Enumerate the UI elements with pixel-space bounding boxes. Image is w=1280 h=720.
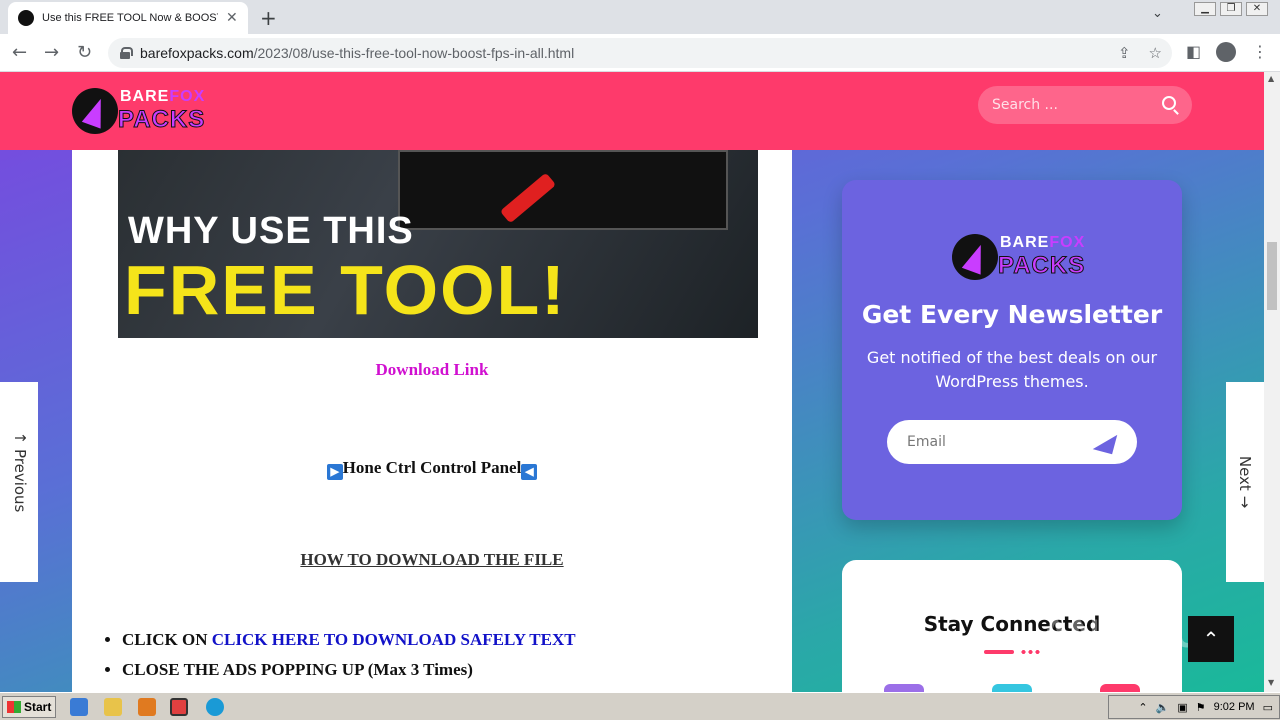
- forward-arrow-icon[interactable]: →: [44, 42, 59, 63]
- article-thumbnail: WHY USE THIS FREE TOOL!: [118, 150, 758, 338]
- site-header: BAREFOX PACKS: [0, 72, 1264, 150]
- search-icon[interactable]: [1162, 96, 1176, 110]
- new-tab-button[interactable]: +: [260, 6, 277, 30]
- ie-icon[interactable]: [70, 698, 88, 716]
- tab-search-chevron-icon[interactable]: ⌄: [1152, 6, 1163, 21]
- edge-icon[interactable]: [206, 698, 224, 716]
- address-bar[interactable]: barefoxpacks.com/2023/08/use-this-free-t…: [108, 38, 1172, 68]
- browser-toolbar: ← → ↻ barefoxpacks.com/2023/08/use-this-…: [0, 34, 1280, 72]
- scroll-to-top-button[interactable]: ⌃: [1188, 616, 1234, 662]
- network-icon[interactable]: ▣: [1177, 701, 1187, 714]
- logo-text-top: BAREFOX: [120, 88, 206, 105]
- scrollbar-thumb[interactable]: [1267, 242, 1277, 310]
- logo-text-bottom: PACKS: [997, 252, 1086, 280]
- thumbnail-line2: FREE TOOL!: [124, 251, 567, 329]
- reload-icon[interactable]: ↻: [77, 42, 92, 63]
- next-post-button[interactable]: Next →: [1226, 382, 1264, 582]
- newsletter-logo: BAREFOX PACKS: [952, 232, 1085, 284]
- page-scrollbar[interactable]: ▲ ▼: [1264, 72, 1280, 692]
- restore-button[interactable]: ❐: [1220, 2, 1242, 16]
- social-icon-1[interactable]: [884, 684, 924, 692]
- previous-post-button[interactable]: ↑ Previous: [0, 382, 38, 582]
- email-field[interactable]: [907, 434, 1077, 450]
- logo-text-bottom: PACKS: [117, 106, 206, 134]
- window-controls: ▁ ❐ ✕: [1194, 2, 1268, 16]
- logo-text-top: BAREFOX: [1000, 234, 1086, 251]
- url-text[interactable]: barefoxpacks.com/2023/08/use-this-free-t…: [140, 45, 574, 61]
- web-page: BAREFOX PACKS WHY USE THIS FREE TOOL! Do…: [0, 72, 1264, 692]
- send-paper-plane-icon[interactable]: [1092, 429, 1118, 455]
- tray-expand-icon[interactable]: ⌃: [1138, 701, 1147, 714]
- lock-icon[interactable]: [120, 47, 133, 59]
- how-to-download-heading: HOW TO DOWNLOAD THE FILE: [300, 550, 564, 569]
- close-tab-icon[interactable]: ✕: [226, 10, 238, 26]
- tab-title: Use this FREE TOOL Now & BOOST F: [42, 12, 218, 24]
- scroll-down-arrow-icon[interactable]: ▼: [1268, 678, 1274, 687]
- menu-kebab-icon[interactable]: ⋮: [1252, 42, 1268, 61]
- windows-logo-icon: [7, 700, 21, 713]
- clock[interactable]: 9:02 PM: [1214, 701, 1255, 713]
- site-favicon-icon: [18, 10, 34, 26]
- next-label: Next →: [1236, 455, 1254, 509]
- article-content: WHY USE THIS FREE TOOL! Download Link ▶ H…: [72, 150, 792, 692]
- title-dots: [1020, 650, 1042, 654]
- bookmark-star-icon[interactable]: ☆: [1149, 44, 1162, 62]
- newsletter-title: Get Every Newsletter: [861, 300, 1163, 329]
- list-item: CLOSE THE ADS POPPING UP (Max 3 Times): [122, 660, 576, 680]
- site-logo[interactable]: BAREFOX PACKS: [72, 86, 205, 138]
- newsletter-card: BAREFOX PACKS Get Every Newsletter Get n…: [842, 180, 1182, 520]
- show-desktop-icon[interactable]: ▭: [1263, 701, 1273, 714]
- back-arrow-icon[interactable]: ←: [12, 42, 27, 63]
- browser-tab-strip: Use this FREE TOOL Now & BOOST F ✕ + ⌄ ▁…: [0, 0, 1280, 34]
- play-right-icon: ▶: [326, 464, 343, 480]
- list-item: CLICK ON CLICK HERE TO DOWNLOAD SAFELY T…: [122, 630, 576, 650]
- logo-badge-icon: [72, 88, 118, 134]
- start-button[interactable]: Start: [2, 695, 56, 718]
- download-safely-link[interactable]: CLICK HERE TO DOWNLOAD SAFELY TEXT: [212, 630, 576, 649]
- hone-control-panel-heading: ▶ Hone Ctrl Control Panel ◀: [72, 458, 792, 480]
- title-underline: [984, 650, 1014, 654]
- search-input[interactable]: [992, 97, 1152, 113]
- download-steps-list: CLICK ON CLICK HERE TO DOWNLOAD SAFELY T…: [122, 630, 576, 690]
- explorer-folder-icon[interactable]: [104, 698, 122, 716]
- thumbnail-line1: WHY USE THIS: [128, 210, 414, 252]
- download-link[interactable]: Download Link: [72, 360, 792, 380]
- profile-avatar-icon[interactable]: [1216, 42, 1236, 62]
- close-window-button[interactable]: ✕: [1246, 2, 1268, 16]
- side-panel-icon[interactable]: ◧: [1186, 42, 1201, 61]
- newsletter-subtitle: Get notified of the best deals on our Wo…: [866, 348, 1158, 391]
- windows-taskbar: Start ⌃ 🔈 ▣ ⚑ 9:02 PM ▭: [0, 692, 1280, 720]
- volume-icon[interactable]: 🔈: [1156, 701, 1170, 714]
- social-icon-2[interactable]: [992, 684, 1032, 692]
- logo-badge-icon: [952, 234, 998, 280]
- previous-label: ↑ Previous: [11, 431, 29, 513]
- minimize-button[interactable]: ▁: [1194, 2, 1216, 16]
- chrome-icon[interactable]: [170, 698, 188, 716]
- flag-icon[interactable]: ⚑: [1196, 701, 1206, 714]
- thumbnail-monitor: [398, 150, 728, 230]
- media-player-icon[interactable]: [138, 698, 156, 716]
- site-search[interactable]: [978, 86, 1192, 124]
- social-icon-3[interactable]: [1100, 684, 1140, 692]
- browser-tab[interactable]: Use this FREE TOOL Now & BOOST F ✕: [8, 2, 248, 34]
- share-icon[interactable]: ⇪: [1118, 44, 1131, 62]
- scroll-up-arrow-icon[interactable]: ▲: [1268, 74, 1274, 83]
- play-left-icon: ◀: [521, 464, 538, 480]
- system-tray: ⌃ 🔈 ▣ ⚑ 9:02 PM ▭: [1108, 695, 1280, 719]
- newsletter-email-form: [887, 420, 1137, 464]
